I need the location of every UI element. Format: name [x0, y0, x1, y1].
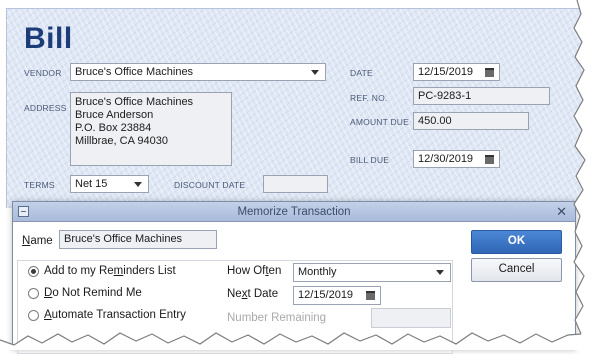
ref-no-field[interactable]: PC-9283-1 — [413, 87, 550, 105]
date-field[interactable]: 12/15/2019 — [413, 63, 500, 81]
address-line: Bruce Anderson — [75, 109, 154, 121]
bill-title: Bill — [24, 22, 73, 55]
amount-due-value: 450.00 — [418, 115, 452, 127]
name-input[interactable]: Bruce's Office Machines — [59, 230, 217, 249]
number-remaining-field[interactable] — [371, 308, 451, 328]
calendar-icon[interactable] — [485, 155, 494, 164]
radio-button[interactable] — [28, 310, 39, 321]
chevron-down-icon[interactable] — [134, 182, 142, 187]
memorize-transaction-dialog: Memorize Transaction ✕ Name Bruce's Offi… — [12, 201, 576, 354]
vendor-label: VENDOR — [24, 68, 62, 78]
how-often-label: How Often — [227, 265, 282, 277]
ref-no-value: PC-9283-1 — [418, 90, 472, 102]
address-field[interactable]: Bruce's Office Machines Bruce Anderson P… — [70, 92, 232, 166]
next-date-field[interactable]: 12/15/2019 — [293, 286, 381, 305]
next-date-label: Next Date — [227, 288, 279, 300]
terms-label: TERMS — [24, 180, 55, 190]
radio-button[interactable] — [28, 288, 39, 299]
terms-combo[interactable]: Net 15 — [70, 175, 149, 193]
ref-no-label: REF. NO. — [350, 93, 388, 103]
chevron-down-icon[interactable] — [311, 70, 319, 75]
discount-date-label: DISCOUNT DATE — [174, 180, 246, 190]
bill-due-label: BILL DUE — [350, 155, 390, 165]
calendar-icon[interactable] — [485, 68, 494, 77]
option-reminders[interactable]: Add to my Reminders List — [28, 265, 218, 281]
next-date-value: 12/15/2019 — [298, 289, 354, 301]
cancel-button[interactable]: Cancel — [471, 258, 562, 282]
calendar-icon[interactable] — [366, 291, 375, 300]
chevron-down-icon[interactable] — [436, 270, 444, 275]
address-line: P.O. Box 23884 — [75, 122, 152, 134]
vendor-combo[interactable]: Bruce's Office Machines — [70, 63, 326, 81]
amount-due-field[interactable]: 450.00 — [413, 112, 529, 130]
dialog-title: Memorize Transaction — [237, 206, 351, 218]
bill-due-value: 12/30/2019 — [418, 153, 474, 165]
name-value: Bruce's Office Machines — [64, 233, 183, 245]
date-label: DATE — [350, 68, 373, 78]
address-line: Bruce's Office Machines — [75, 96, 194, 108]
discount-date-field[interactable] — [263, 175, 328, 193]
amount-due-label: AMOUNT DUE — [350, 117, 409, 127]
option-automate[interactable]: Automate Transaction Entry — [28, 309, 228, 325]
dialog-titlebar[interactable]: Memorize Transaction ✕ — [13, 202, 575, 222]
radio-button[interactable] — [28, 266, 39, 277]
how-often-select[interactable]: Monthly — [293, 263, 451, 282]
name-label: Name — [22, 235, 53, 247]
bill-due-field[interactable]: 12/30/2019 — [413, 150, 500, 168]
close-icon[interactable]: ✕ — [556, 204, 567, 220]
option-do-not-remind[interactable]: Do Not Remind Me — [28, 287, 218, 303]
vendor-value: Bruce's Office Machines — [75, 66, 194, 78]
terms-value: Net 15 — [75, 178, 108, 190]
how-often-value: Monthly — [298, 266, 337, 278]
date-value: 12/15/2019 — [418, 66, 474, 78]
number-remaining-label: Number Remaining — [227, 312, 327, 324]
address-label: ADDRESS — [24, 103, 67, 113]
ok-button[interactable]: OK — [471, 230, 562, 254]
address-line: Millbrae, CA 94030 — [75, 135, 168, 147]
